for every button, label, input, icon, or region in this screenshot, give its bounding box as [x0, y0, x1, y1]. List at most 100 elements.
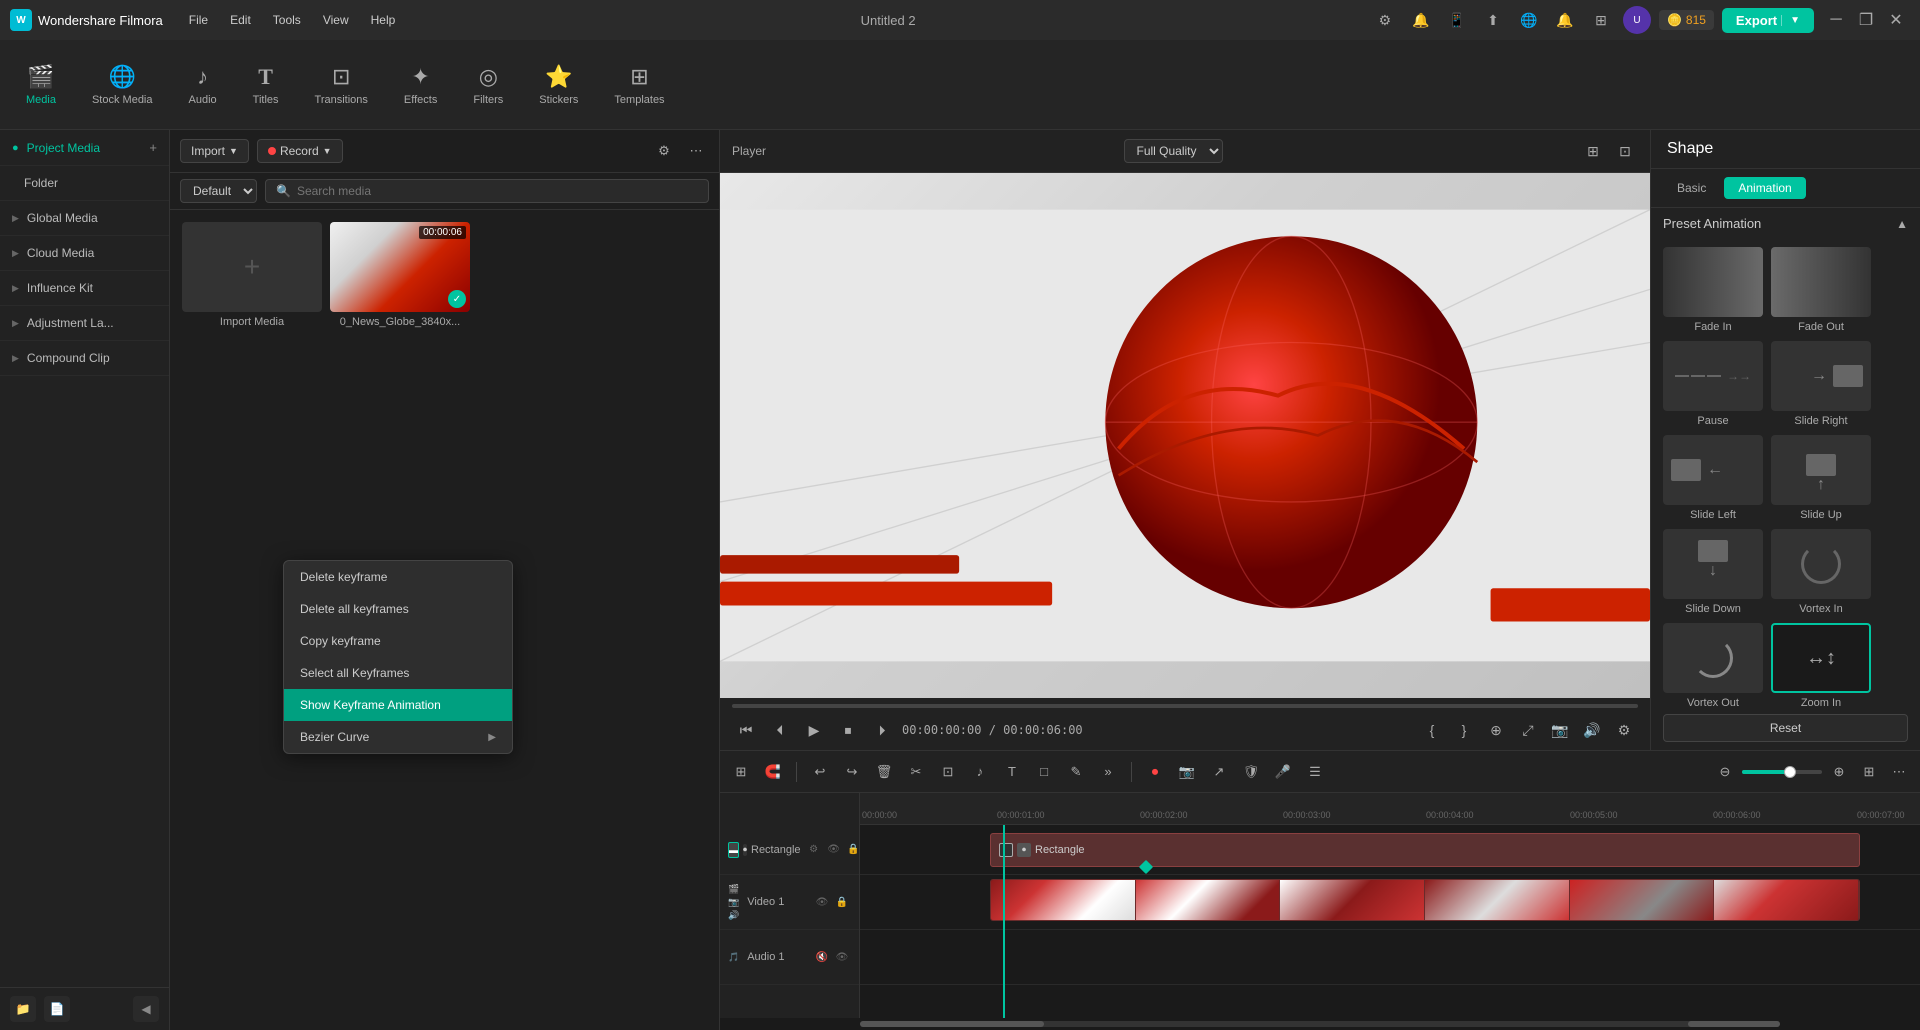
stop-button[interactable]: ⏹ [834, 716, 862, 744]
zoom-in-tl[interactable]: ⊕ [1826, 759, 1852, 785]
anim-slide-right[interactable]: → Slide Right [1771, 341, 1871, 427]
menu-view[interactable]: View [313, 9, 359, 31]
mark-in-button[interactable]: { [1418, 716, 1446, 744]
left-item-global-media[interactable]: ▶ Global Media [0, 201, 169, 236]
frame-forward-button[interactable]: ⏵ [868, 716, 896, 744]
icon-btn-7[interactable]: ⊞ [1587, 6, 1615, 34]
shield-button[interactable]: 🛡 [1238, 759, 1264, 785]
toolbar-filters[interactable]: ◎ Filters [457, 56, 519, 114]
import-media-item[interactable]: + Import Media [182, 222, 322, 328]
mic-button[interactable]: 🎤 [1270, 759, 1296, 785]
more-tl-btn[interactable]: ⋯ [1886, 759, 1912, 785]
play-button[interactable]: ▶ [800, 716, 828, 744]
left-item-influence-kit[interactable]: ▶ Influence Kit [0, 271, 169, 306]
anim-fade-out[interactable]: Fade Out [1771, 247, 1871, 333]
anim-slide-down[interactable]: ↓ Slide Down [1663, 529, 1763, 615]
user-avatar[interactable]: U [1623, 6, 1651, 34]
icon-btn-1[interactable]: ⚙ [1371, 6, 1399, 34]
anim-fade-in[interactable]: Fade In [1663, 247, 1763, 333]
copy-button[interactable]: ⊡ [935, 759, 961, 785]
icon-btn-3[interactable]: 📱 [1443, 6, 1471, 34]
a1-ctrl-eye[interactable]: 👁 [833, 948, 851, 966]
toolbar-media[interactable]: 🎬 Media [10, 56, 72, 114]
redo-button[interactable]: ↪ [839, 759, 865, 785]
draw-button[interactable]: ✎ [1063, 759, 1089, 785]
settings-player-button[interactable]: ⚙ [1610, 716, 1638, 744]
menu-file[interactable]: File [179, 9, 218, 31]
v1-ctrl-lock[interactable]: 🔒 [833, 893, 851, 911]
a1-ctrl-mute[interactable]: 🔇 [813, 948, 831, 966]
volume-button[interactable]: 🔊 [1578, 716, 1606, 744]
zoom-out-tl[interactable]: ⊖ [1712, 759, 1738, 785]
track-ctrl-2[interactable]: 👁 [825, 841, 843, 859]
arrow-button[interactable]: ↗ [1206, 759, 1232, 785]
import-button[interactable]: Import ▼ [180, 139, 249, 163]
minimize-button[interactable]: ─ [1822, 6, 1850, 34]
text-button[interactable]: T [999, 759, 1025, 785]
rect-button[interactable]: □ [1031, 759, 1057, 785]
fullscreen-player-button[interactable]: ⤢ [1514, 716, 1542, 744]
ctx-delete-all-keyframes[interactable]: Delete all keyframes [284, 593, 512, 625]
toolbar-stock-media[interactable]: 🌐 Stock Media [76, 56, 169, 114]
h-scroll-track[interactable] [860, 1021, 1780, 1027]
ctx-delete-keyframe[interactable]: Delete keyframe [284, 561, 512, 593]
anim-vortex-out[interactable]: Vortex Out [1663, 623, 1763, 706]
left-item-cloud-media[interactable]: ▶ Cloud Media [0, 236, 169, 271]
new-item-button[interactable]: 📄 [44, 996, 70, 1022]
anim-zoom-in[interactable]: ↔↕ Zoom In [1771, 623, 1871, 706]
ctx-bezier-curve[interactable]: Bezier Curve ▶ [284, 721, 512, 753]
toolbar-templates[interactable]: ⊞ Templates [598, 56, 680, 114]
add-to-timeline-button[interactable]: ⊕ [1482, 716, 1510, 744]
default-select[interactable]: Default [180, 179, 257, 203]
toolbar-stickers[interactable]: ⭐ Stickers [523, 56, 594, 114]
timeline-add-track[interactable]: ⊞ [728, 759, 754, 785]
export-button[interactable]: Export ▼ [1722, 8, 1814, 33]
grid-view-icon[interactable]: ⊞ [1580, 138, 1606, 164]
ctx-show-keyframe-animation[interactable]: Show Keyframe Animation [284, 689, 512, 721]
progress-bar[interactable] [732, 704, 1638, 708]
v1-ctrl-eye[interactable]: 👁 [813, 893, 831, 911]
tab-basic[interactable]: Basic [1663, 177, 1720, 199]
more-btn[interactable]: » [1095, 759, 1121, 785]
toolbar-effects[interactable]: ✦ Effects [388, 56, 453, 114]
rectangle-clip[interactable]: ⏺ Rectangle [990, 833, 1860, 867]
list-button[interactable]: ☰ [1302, 759, 1328, 785]
mark-out-button[interactable]: } [1450, 716, 1478, 744]
new-folder-button[interactable]: 📁 [10, 996, 36, 1022]
import-media-thumb[interactable]: + [182, 222, 322, 312]
menu-tools[interactable]: Tools [263, 9, 311, 31]
search-input[interactable] [297, 184, 698, 198]
close-button[interactable]: ✕ [1882, 6, 1910, 34]
reset-button[interactable]: Reset [1663, 714, 1908, 742]
toolbar-transitions[interactable]: ⊡ Transitions [299, 56, 384, 114]
left-item-adjustment[interactable]: ▶ Adjustment La... [0, 306, 169, 341]
icon-btn-4[interactable]: ⬆ [1479, 6, 1507, 34]
toolbar-titles[interactable]: T Titles [237, 56, 295, 114]
video-clip[interactable] [990, 879, 1860, 921]
undo-button[interactable]: ↩ [807, 759, 833, 785]
frame-back-button[interactable]: ⏴ [766, 716, 794, 744]
track-ctrl-1[interactable]: ⚙ [805, 841, 823, 859]
left-item-project-media[interactable]: ● Project Media + [0, 130, 169, 166]
record-tl-button[interactable]: ⏺ [1142, 759, 1168, 785]
icon-btn-6[interactable]: 🔔 [1551, 6, 1579, 34]
camera-button[interactable]: 📷 [1174, 759, 1200, 785]
menu-edit[interactable]: Edit [220, 9, 261, 31]
anim-slide-left[interactable]: ← Slide Left [1663, 435, 1763, 521]
timeline-magnet[interactable]: 🧲 [760, 759, 786, 785]
cut-button[interactable]: ✂ [903, 759, 929, 785]
anim-vortex-in[interactable]: Vortex In [1771, 529, 1871, 615]
delete-button[interactable]: 🗑 [871, 759, 897, 785]
more-options-icon[interactable]: ⋯ [683, 138, 709, 164]
layout-btn[interactable]: ⊞ [1856, 759, 1882, 785]
icon-btn-5[interactable]: 🌐 [1515, 6, 1543, 34]
timeline-scrollbar[interactable] [720, 1018, 1920, 1030]
left-item-compound-clip[interactable]: ▶ Compound Clip [0, 341, 169, 376]
icon-btn-2[interactable]: 🔔 [1407, 6, 1435, 34]
toolbar-audio[interactable]: ♪ Audio [173, 56, 233, 114]
record-button[interactable]: Record ▼ [257, 139, 343, 163]
quality-select[interactable]: Full Quality [1124, 139, 1223, 163]
video-media-thumb[interactable]: 00:00:06 ✓ [330, 222, 470, 312]
ctx-copy-keyframe[interactable]: Copy keyframe [284, 625, 512, 657]
zoom-slider[interactable] [1742, 770, 1822, 774]
